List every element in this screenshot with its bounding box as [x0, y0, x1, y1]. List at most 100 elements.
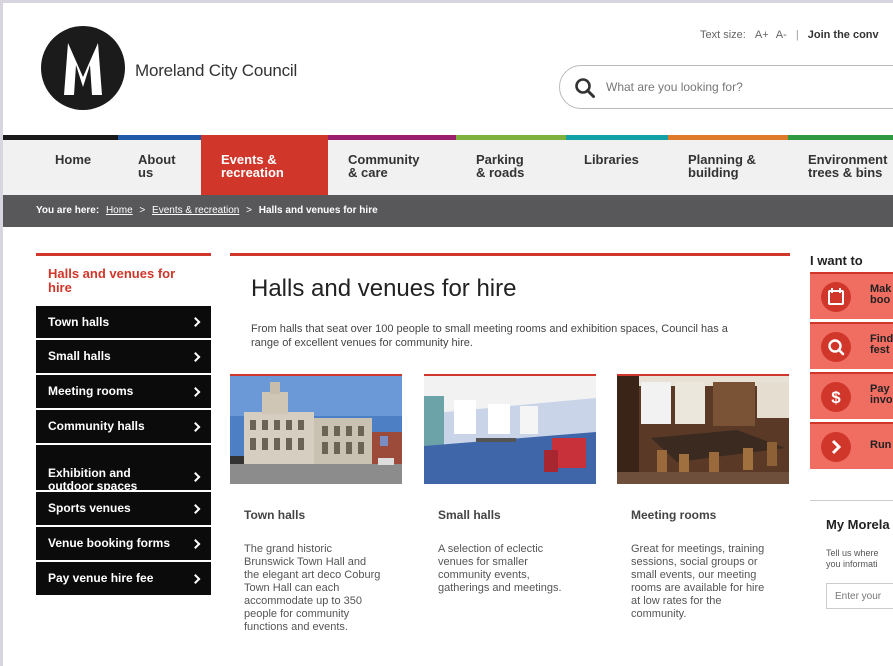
council-logo-icon[interactable]	[40, 25, 126, 111]
chevron-right-icon	[190, 573, 201, 584]
card-text: A selection of eclectic venues for small…	[438, 543, 562, 594]
main-content: Halls and venues for hire From halls tha…	[230, 253, 790, 666]
sidebar-item-label: Meeting rooms	[48, 384, 134, 398]
chevron-right-icon	[190, 351, 201, 362]
nav-label: Community & care	[348, 152, 420, 180]
i-want-item-booking[interactable]: Mak boo	[810, 272, 893, 319]
card-title[interactable]: Town halls	[244, 508, 402, 522]
nav-events-recreation[interactable]: Events & recreation	[201, 135, 328, 195]
text-size-increase[interactable]: A+	[755, 29, 769, 41]
i-want-to-panel: I want to Mak boo Find fest $ Pay invo R…	[810, 253, 893, 472]
sidebar-item-label: Town halls	[48, 315, 110, 329]
address-input[interactable]: Enter your	[826, 583, 893, 609]
nav-color-bar	[3, 135, 118, 140]
nav-community-care[interactable]: Community & care	[328, 135, 456, 195]
breadcrumb: You are here: Home > Events & recreation…	[3, 195, 893, 227]
nav-planning-building[interactable]: Planning & building	[668, 135, 788, 195]
site-header: Moreland City Council Text size: A+ A- |…	[3, 3, 893, 135]
chevron-right-icon	[190, 386, 201, 397]
nav-color-bar	[668, 135, 788, 140]
nav-color-bar	[566, 135, 668, 140]
sidebar-item-small-halls[interactable]: Small halls	[36, 340, 211, 373]
nav-label: Libraries	[584, 152, 639, 167]
intro-text: From halls that seat over 100 people to …	[251, 323, 728, 349]
breadcrumb-separator: >	[139, 205, 146, 216]
search-box[interactable]	[559, 65, 893, 109]
main-nav: Home About us Events & recreation Commun…	[3, 135, 893, 195]
i-want-label: Find fest	[870, 333, 893, 356]
sidebar-item-label: Sports venues	[48, 501, 131, 515]
sidebar-item-label: Small halls	[48, 349, 111, 363]
nav-color-bar	[118, 135, 201, 140]
my-moreland-box: My Morela Tell us where you informati En…	[810, 500, 893, 660]
nav-label: Environment trees & bins	[808, 152, 888, 180]
nav-about[interactable]: About us	[118, 135, 201, 195]
i-want-to-heading: I want to	[810, 253, 863, 268]
nav-label: Parking & roads	[476, 152, 525, 180]
breadcrumb-home-link[interactable]: Home	[106, 205, 133, 216]
utility-separator: |	[795, 29, 799, 41]
breadcrumb-separator: >	[246, 205, 252, 216]
nav-color-bar	[328, 135, 456, 140]
town-hall-photo[interactable]	[230, 374, 402, 484]
card-title[interactable]: Small halls	[438, 508, 596, 522]
venue-card-town-halls[interactable]: Town halls The grand historic Brunswick …	[230, 374, 402, 634]
nav-label: Planning & building	[688, 152, 756, 180]
chevron-right-icon	[190, 538, 201, 549]
breadcrumb-section-link[interactable]: Events & recreation	[152, 205, 239, 216]
sidebar-item-venue-booking-forms[interactable]: Venue booking forms	[36, 527, 211, 560]
nav-home[interactable]: Home	[3, 135, 118, 195]
sidebar-item-sports-venues[interactable]: Sports venues	[36, 492, 211, 525]
search-icon[interactable]	[574, 77, 596, 99]
text-size-label: Text size:	[700, 29, 746, 41]
breadcrumb-current: Halls and venues for hire	[258, 205, 378, 216]
chevron-right-icon	[190, 421, 201, 432]
sidebar-item-pay-venue-hire-fee[interactable]: Pay venue hire fee	[36, 562, 211, 595]
sidebar-item-meeting-rooms[interactable]: Meeting rooms	[36, 375, 211, 408]
chevron-right-icon	[190, 317, 201, 327]
join-link[interactable]: Join the conv	[808, 29, 879, 41]
sidebar-item-label: Community halls	[48, 419, 145, 433]
card-title[interactable]: Meeting rooms	[631, 508, 789, 522]
sidebar-heading[interactable]: Halls and venues for hire	[36, 253, 211, 304]
meeting-room-photo[interactable]	[617, 374, 789, 484]
i-want-label: Run	[870, 439, 892, 451]
chevron-right-icon	[190, 503, 201, 514]
i-want-label: Mak boo	[870, 283, 892, 306]
nav-label: About us	[138, 152, 176, 180]
site-title[interactable]: Moreland City Council	[135, 61, 297, 81]
card-text: Great for meetings, training sessions, s…	[631, 543, 765, 620]
chevron-right-icon	[190, 471, 201, 482]
my-moreland-title: My Morela	[826, 517, 890, 532]
utility-bar: Text size: A+ A- | Join the conv	[700, 29, 879, 41]
svg-text:$: $	[831, 388, 841, 407]
sidebar-item-community-halls[interactable]: Community halls	[36, 410, 211, 443]
dollar-icon: $	[821, 382, 851, 412]
venue-card-meeting-rooms[interactable]: Meeting rooms Great for meetings, traini…	[617, 374, 789, 621]
sidebar-item-label: Exhibition and outdoor spaces	[48, 466, 138, 493]
search-icon	[821, 332, 851, 362]
sidebar-item-exhibition-outdoor[interactable]: Exhibition and outdoor spaces	[36, 445, 211, 493]
search-input[interactable]	[606, 76, 886, 98]
sidebar-item-label: Venue booking forms	[48, 536, 171, 550]
sidebar-item-town-halls[interactable]: Town halls	[36, 306, 211, 338]
i-want-item-find[interactable]: Find fest	[810, 322, 893, 369]
small-hall-photo[interactable]	[424, 374, 596, 484]
nav-color-bar	[788, 135, 893, 140]
venue-card-small-halls[interactable]: Small halls A selection of eclectic venu…	[424, 374, 596, 595]
nav-parking-roads[interactable]: Parking & roads	[456, 135, 566, 195]
section-sidebar: Halls and venues for hire Town halls Sma…	[36, 253, 211, 595]
i-want-label: Pay invo	[870, 383, 893, 406]
card-text: The grand historic Brunswick Town Hall a…	[244, 543, 381, 633]
i-want-item-pay[interactable]: $ Pay invo	[810, 372, 893, 419]
nav-libraries[interactable]: Libraries	[566, 135, 668, 195]
chevron-right-icon	[821, 432, 851, 462]
sidebar-item-label: Pay venue hire fee	[48, 571, 154, 585]
page: Moreland City Council Text size: A+ A- |…	[0, 0, 893, 666]
i-want-item-run[interactable]: Run	[810, 422, 893, 469]
nav-color-bar	[456, 135, 566, 140]
nav-color-bar	[201, 135, 328, 140]
text-size-decrease[interactable]: A-	[776, 29, 787, 41]
nav-environment[interactable]: Environment trees & bins	[788, 135, 893, 195]
nav-label: Events & recreation	[221, 152, 284, 180]
